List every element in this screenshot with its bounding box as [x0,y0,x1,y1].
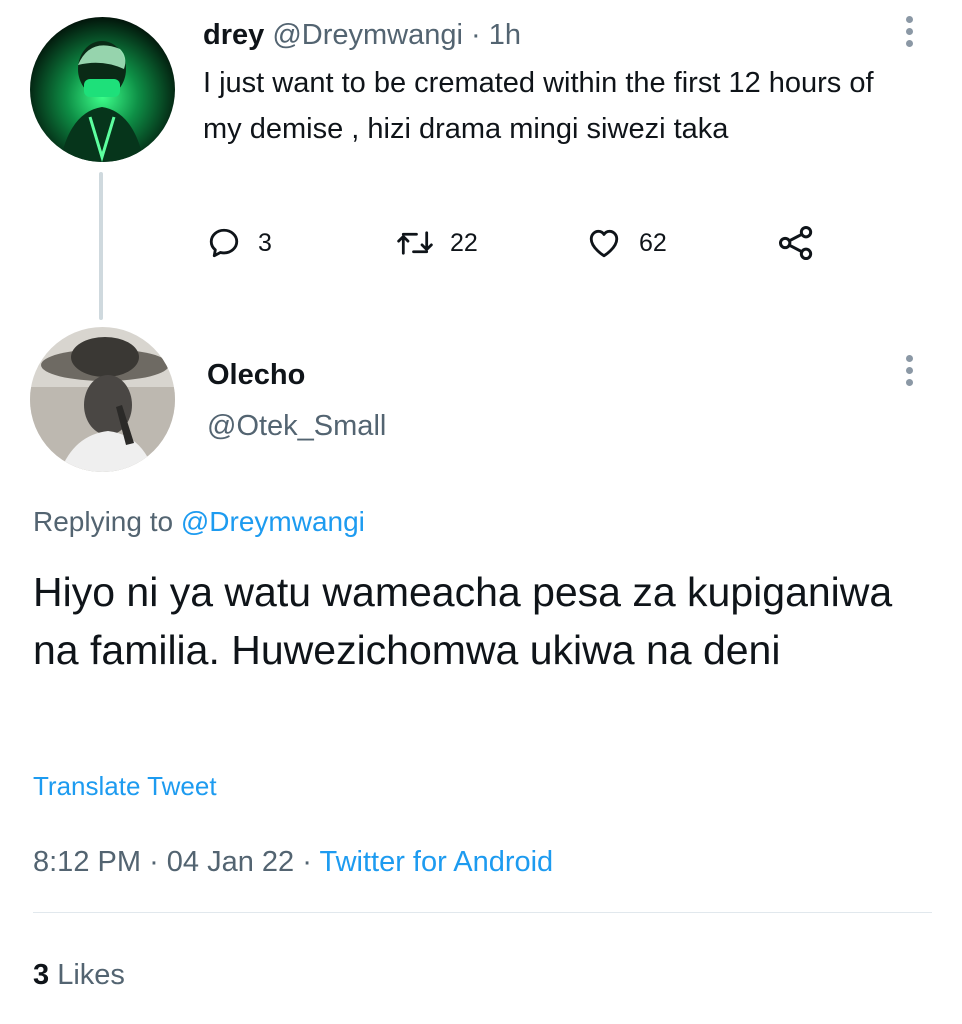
parent-display-name[interactable]: drey [203,19,264,51]
tweet-time[interactable]: 8:12 PM [33,846,141,878]
parent-tweet-text: I just want to be cremated within the fi… [203,67,874,145]
like-button[interactable]: 62 [585,220,667,266]
like-count: 62 [639,228,667,257]
parent-timestamp[interactable]: 1h [489,19,521,51]
reply-more-icon[interactable] [903,355,915,386]
likes-label: Likes [57,959,125,991]
likes-count: 3 [33,959,50,991]
reply-tweet-text: Hiyo ni ya watu wameacha pesa za kupigan… [33,569,893,673]
separator-dot: · [471,19,481,51]
parent-handle[interactable]: @Dreymwangi [272,19,463,51]
replying-to-prefix: Replying to [33,506,174,537]
reply-display-name[interactable]: Olecho [207,356,305,394]
reply-icon [209,228,239,258]
thread-connector-line [99,172,103,320]
likes-summary[interactable]: 3 Likes [33,955,125,995]
share-icon [779,226,813,260]
heart-icon [589,229,619,258]
tweet-date[interactable]: 04 Jan 22 [167,846,294,878]
tweet-meta: 8:12 PM · 04 Jan 22 · Twitter for Androi… [33,842,553,882]
avatar-olecho[interactable] [30,327,175,472]
reply-count: 3 [258,228,272,257]
avatar-drey[interactable] [30,17,175,162]
meta-separator-1: · [149,846,159,878]
avatar-drey-image [30,17,175,162]
retweet-icon [397,231,433,255]
meta-separator-2: · [302,846,312,878]
replying-to-line: Replying to @Dreymwangi [33,503,365,541]
parent-tweet-header: drey @Dreymwangi · 1h [203,15,521,55]
parent-more-icon[interactable] [903,16,915,47]
retweet-button[interactable]: 22 [396,220,478,266]
share-button[interactable] [776,220,816,266]
tweet-source-link[interactable]: Twitter for Android [319,846,553,878]
translate-tweet-link[interactable]: Translate Tweet [33,768,217,804]
reply-handle[interactable]: @Otek_Small [207,407,386,445]
replying-to-link[interactable]: @Dreymwangi [181,506,365,537]
reply-button[interactable]: 3 [206,220,272,266]
divider [33,912,932,913]
retweet-count: 22 [450,228,478,257]
avatar-olecho-image [30,327,175,472]
